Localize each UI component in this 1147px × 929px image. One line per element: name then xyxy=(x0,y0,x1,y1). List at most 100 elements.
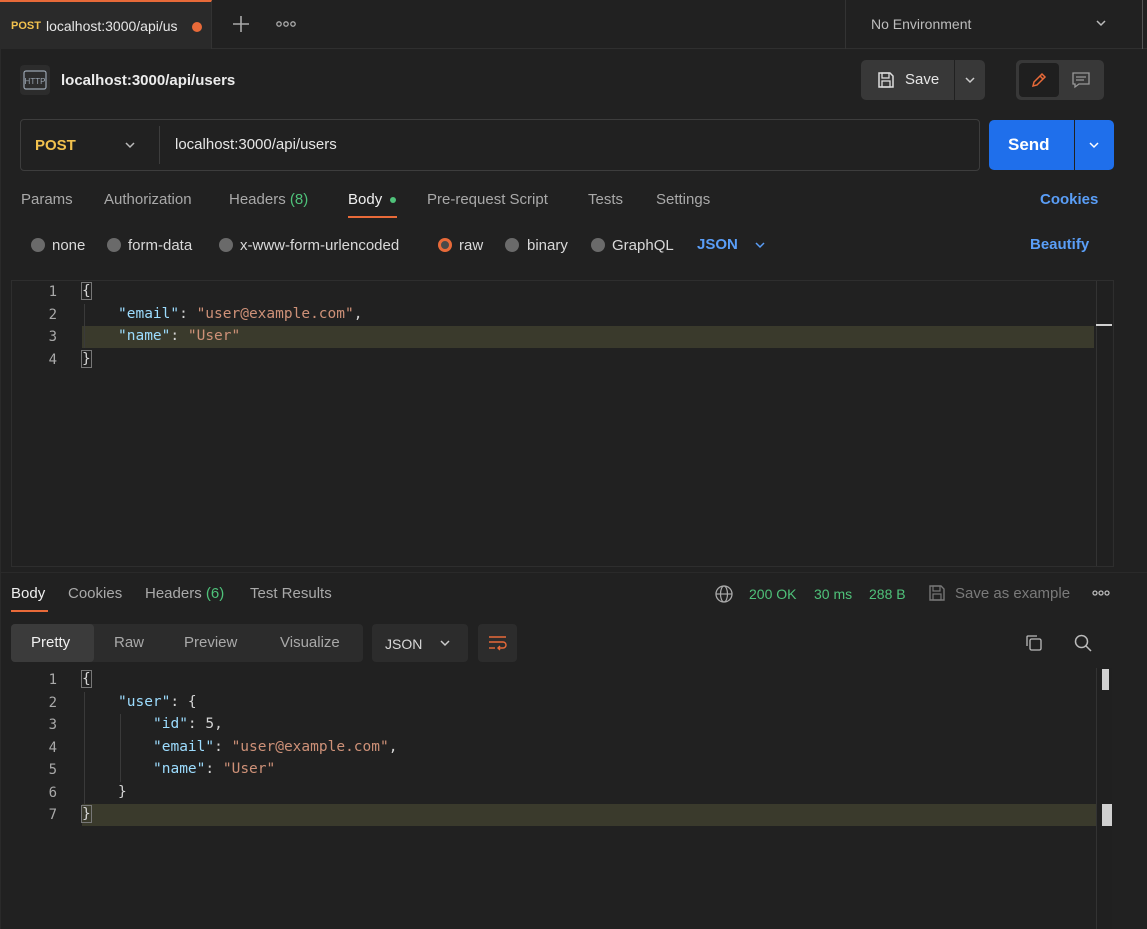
radio-graphql-label[interactable]: GraphQL xyxy=(612,237,674,254)
response-format-select[interactable]: JSON xyxy=(372,624,468,662)
json-key: "email" xyxy=(153,739,215,755)
save-label: Save xyxy=(905,71,940,88)
url-input[interactable]: localhost:3000/api/users xyxy=(175,136,337,153)
tab-authorization[interactable]: Authorization xyxy=(104,191,192,208)
response-tab-body[interactable]: Body xyxy=(11,585,45,602)
json-number: 5 xyxy=(205,716,215,732)
beautify-button[interactable]: Beautify xyxy=(1030,236,1089,253)
scrollbar-thumb[interactable] xyxy=(1096,324,1112,326)
tab-body[interactable]: Body xyxy=(348,191,382,208)
line-number: 6 xyxy=(48,785,57,801)
json-brace: { xyxy=(187,694,197,710)
chevron-down-icon[interactable] xyxy=(1094,16,1108,30)
json-key: "id" xyxy=(153,716,188,732)
copy-icon[interactable] xyxy=(1024,633,1044,653)
response-tab-headers[interactable]: Headers (6) xyxy=(145,585,224,602)
edit-mode-button[interactable] xyxy=(1019,63,1059,97)
chevron-down-icon xyxy=(125,142,135,149)
json-string: "user@example.com" xyxy=(231,739,389,755)
cookies-link[interactable]: Cookies xyxy=(1040,191,1098,208)
indent-guide xyxy=(84,304,85,348)
comment-mode-button[interactable] xyxy=(1062,63,1100,97)
radio-urlencoded[interactable] xyxy=(219,238,233,252)
method-select[interactable]: POST xyxy=(21,120,159,170)
chevron-down-icon[interactable] xyxy=(753,238,767,252)
request-title[interactable]: localhost:3000/api/users xyxy=(61,72,235,89)
response-status[interactable]: 200 OK xyxy=(749,586,796,602)
radio-raw[interactable] xyxy=(438,238,452,252)
save-as-example-button[interactable]: Save as example xyxy=(955,585,1070,602)
headers-count: (8) xyxy=(289,191,309,208)
view-visualize-button[interactable]: Visualize xyxy=(280,634,340,651)
radio-graphql[interactable] xyxy=(591,238,605,252)
line-number: 3 xyxy=(48,717,57,733)
json-brace: { xyxy=(81,282,92,300)
response-size[interactable]: 288 B xyxy=(869,586,906,602)
send-button[interactable]: Send xyxy=(989,120,1074,170)
radio-binary-label[interactable]: binary xyxy=(527,237,568,254)
code-line: { xyxy=(81,282,92,300)
globe-icon[interactable] xyxy=(714,584,734,604)
response-time[interactable]: 30 ms xyxy=(814,586,852,602)
code-line: "name": "User" xyxy=(118,328,240,344)
response-tab-cookies[interactable]: Cookies xyxy=(68,585,122,602)
radio-none[interactable] xyxy=(31,238,45,252)
radio-none-label[interactable]: none xyxy=(52,237,85,254)
body-format-select[interactable]: JSON xyxy=(697,236,738,253)
json-comma: , xyxy=(214,716,223,732)
scrollbar-thumb[interactable] xyxy=(1102,669,1109,690)
request-tab-active[interactable]: POST localhost:3000/api/us xyxy=(0,0,212,49)
line-number: 5 xyxy=(48,762,57,778)
view-preview-button[interactable]: Preview xyxy=(184,634,237,651)
scrollbar-thumb[interactable] xyxy=(1102,804,1112,826)
view-pretty-label[interactable]: Pretty xyxy=(31,634,70,651)
line-number: 1 xyxy=(48,284,57,300)
json-brace: } xyxy=(81,350,92,368)
json-key: "name" xyxy=(153,761,206,777)
save-icon xyxy=(927,583,947,603)
radio-form-data-label[interactable]: form-data xyxy=(128,237,192,254)
radio-binary[interactable] xyxy=(505,238,519,252)
send-dropdown-button[interactable] xyxy=(1075,120,1114,170)
code-line: } xyxy=(118,784,127,800)
json-comma: , xyxy=(353,306,363,322)
code-line: "email": "user@example.com", xyxy=(118,306,362,322)
divider xyxy=(159,126,160,164)
tab-headers[interactable]: Headers (8) xyxy=(229,191,308,208)
line-number: 4 xyxy=(48,352,57,368)
tab-settings[interactable]: Settings xyxy=(656,191,710,208)
tab-tests[interactable]: Tests xyxy=(588,191,623,208)
ellipsis-icon[interactable] xyxy=(1091,586,1111,603)
response-tab-test-results[interactable]: Test Results xyxy=(250,585,332,602)
save-button[interactable]: Save xyxy=(861,60,954,100)
radio-urlencoded-label[interactable]: x-www-form-urlencoded xyxy=(240,237,399,254)
tab-method-badge: POST xyxy=(11,20,41,32)
tab-params[interactable]: Params xyxy=(21,191,73,208)
environment-selector[interactable]: No Environment xyxy=(871,16,971,32)
line-number: 3 xyxy=(48,329,57,345)
code-line: "id": 5, xyxy=(153,716,223,732)
response-headers-count: (6) xyxy=(205,585,225,602)
send-label: Send xyxy=(1008,135,1050,154)
pane-divider[interactable] xyxy=(0,572,1147,573)
divider xyxy=(845,0,846,49)
line-number: 7 xyxy=(48,807,57,823)
json-key: "user" xyxy=(118,694,171,710)
save-dropdown-button[interactable] xyxy=(955,60,985,100)
json-string: "User" xyxy=(222,761,276,777)
http-icon: HTTP xyxy=(20,65,50,95)
response-headers-label: Headers xyxy=(145,585,202,602)
search-icon[interactable] xyxy=(1073,633,1093,653)
view-raw-button[interactable]: Raw xyxy=(114,634,144,651)
current-line-highlight xyxy=(82,804,1098,826)
radio-form-data[interactable] xyxy=(107,238,121,252)
chevron-down-icon xyxy=(1089,142,1099,149)
wrap-icon xyxy=(489,636,507,651)
request-body-editor[interactable] xyxy=(11,280,1114,567)
wrap-lines-button[interactable] xyxy=(478,624,517,662)
ellipsis-icon[interactable] xyxy=(274,16,298,32)
tab-prerequest-script[interactable]: Pre-request Script xyxy=(427,191,548,208)
scrollbar[interactable] xyxy=(1096,668,1112,929)
radio-raw-label[interactable]: raw xyxy=(459,237,483,254)
plus-icon[interactable] xyxy=(230,13,252,35)
